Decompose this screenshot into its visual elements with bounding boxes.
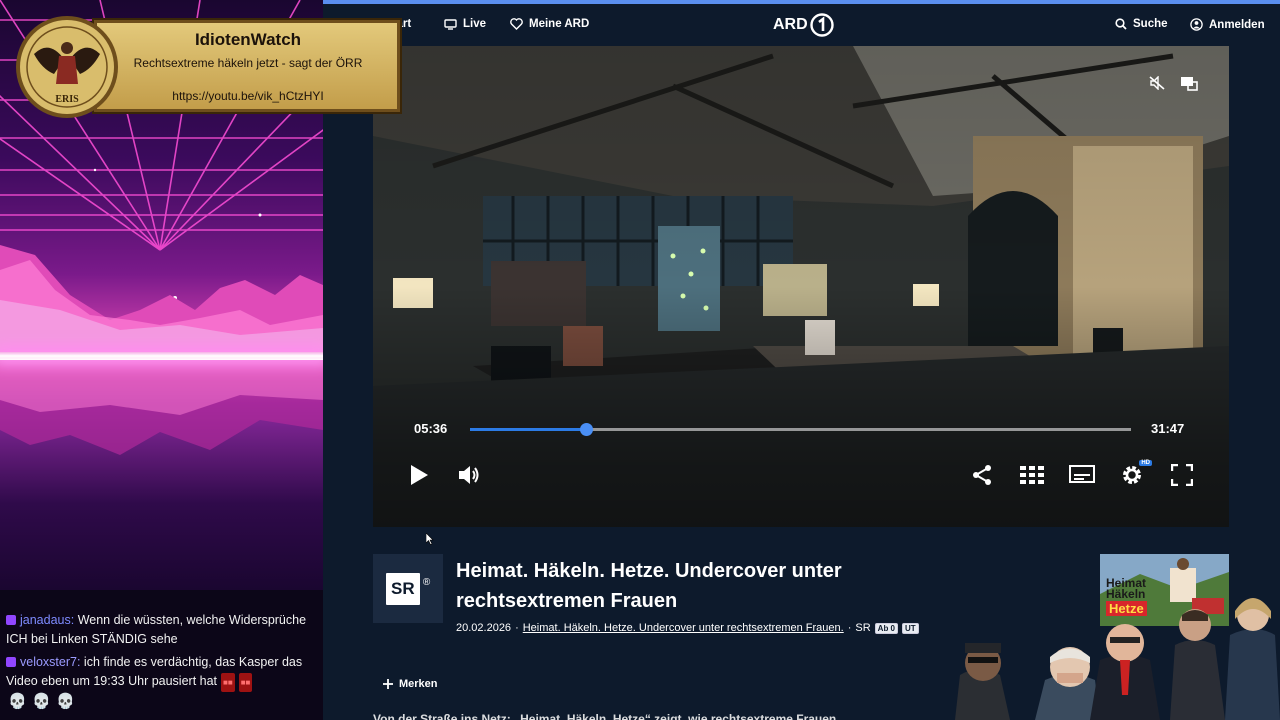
chat-message: janadaus: Wenn die wüssten, welche Wider…: [6, 611, 318, 649]
idiotenwatch-badge: ERIS IdiotenWatch Rechtsextreme häkeln j…: [14, 14, 402, 118]
subtitles-icon: [1069, 465, 1095, 483]
fullscreen-icon: [1171, 464, 1193, 486]
bookmark-label: Merken: [399, 678, 438, 690]
channel-logo[interactable]: SR ®: [373, 554, 443, 623]
nav-live-label: Live: [463, 18, 487, 30]
ard-one-icon: [809, 13, 834, 37]
meta-separator: ·: [515, 622, 519, 634]
progress-fill: [470, 428, 587, 431]
fullscreen-button[interactable]: [1164, 457, 1200, 493]
chat-badge: ■■: [238, 673, 253, 692]
nav-login-label: Anmelden: [1209, 18, 1265, 31]
mouse-cursor-icon: [426, 533, 434, 545]
ard-logo[interactable]: ARD: [773, 13, 834, 37]
grid-icon: [1020, 466, 1044, 484]
nav-search[interactable]: Suche: [1115, 18, 1168, 30]
current-time: 05:36: [414, 421, 448, 436]
badge-url: https://youtu.be/vik_hCtzHYI: [172, 89, 324, 103]
video-title: Heimat. Häkeln. Hetze. Undercover unter …: [456, 560, 842, 612]
progress-bar[interactable]: [470, 423, 1131, 436]
share-button[interactable]: [964, 457, 1000, 493]
top-navigation: Start Live Meine ARD ARD Suche Anmelden: [323, 4, 1280, 46]
duration: 31:47: [1151, 421, 1185, 436]
age-rating-badge: Ab 0: [874, 622, 899, 634]
politician-cutouts: [955, 598, 1280, 720]
horizon-line: [0, 352, 323, 360]
chat-badge: ■■: [221, 673, 235, 692]
share-icon: [973, 465, 991, 485]
volume-icon: [459, 466, 479, 484]
twitch-icon: [6, 657, 16, 667]
hd-badge: HD: [1139, 460, 1152, 466]
sr-logo: SR: [385, 572, 420, 605]
chat-panel: janadaus: Wenn die wüssten, welche Wider…: [6, 611, 318, 716]
chat-username[interactable]: janadaus:: [20, 613, 74, 627]
nav-meine-ard[interactable]: Meine ARD: [510, 18, 589, 30]
description-text: Von der Straße ins Netz: „Heimat. Häkeln…: [373, 712, 850, 720]
heart-icon: [510, 18, 523, 30]
settings-button[interactable]: HD: [1114, 457, 1152, 493]
skull-emote: 💀: [56, 693, 76, 710]
nav-live[interactable]: Live: [444, 18, 486, 30]
subtitles-button[interactable]: [1064, 457, 1100, 493]
badge-title: IdiotenWatch: [194, 30, 302, 49]
gear-icon: [1123, 466, 1141, 484]
registered-mark: ®: [422, 577, 431, 588]
bookmark-button[interactable]: Merken: [383, 678, 438, 690]
nav-search-label: Suche: [1133, 18, 1168, 30]
badge-subtitle: Rechtsextreme häkeln jetzt - sagt der ÖR…: [133, 56, 363, 70]
tv-icon: [444, 18, 457, 30]
video-meta: 20.02.2026 · Heimat. Häkeln. Hetze. Unde…: [456, 622, 919, 634]
broadcast-date: 20.02.2026: [456, 622, 512, 634]
video-player[interactable]: 05:36 31:47 HD: [373, 46, 1229, 527]
meta-separator: ·: [847, 622, 852, 634]
series-link[interactable]: Heimat. Häkeln. Hetze. Undercover unter …: [523, 622, 844, 634]
nav-meine-ard-label: Meine ARD: [529, 18, 590, 30]
pip-icon[interactable]: [1180, 76, 1198, 91]
twitch-icon: [6, 615, 16, 625]
user-icon: [1190, 18, 1203, 31]
search-icon: [1115, 18, 1127, 30]
mute-cc-off-icon[interactable]: [1149, 76, 1165, 90]
ard-logo-text: ARD: [773, 16, 808, 33]
skull-emote: 💀: [32, 693, 51, 710]
chat-message: veloxster7: ich finde es verdächtig, das…: [6, 653, 318, 712]
play-button[interactable]: [401, 457, 437, 493]
seal-text: ERIS: [55, 94, 79, 105]
subtitle-badge: UT: [902, 622, 919, 634]
mountain-range: [0, 245, 323, 455]
plus-icon: [383, 679, 393, 689]
broadcaster-label: SR: [855, 622, 871, 634]
volume-button[interactable]: [451, 457, 487, 493]
chapters-button[interactable]: [1014, 457, 1050, 493]
chat-username[interactable]: veloxster7:: [20, 655, 80, 669]
play-icon: [411, 465, 428, 485]
player-gradient: [373, 46, 1229, 527]
skull-emote: 💀: [8, 693, 27, 710]
nav-login[interactable]: Anmelden: [1190, 18, 1265, 31]
